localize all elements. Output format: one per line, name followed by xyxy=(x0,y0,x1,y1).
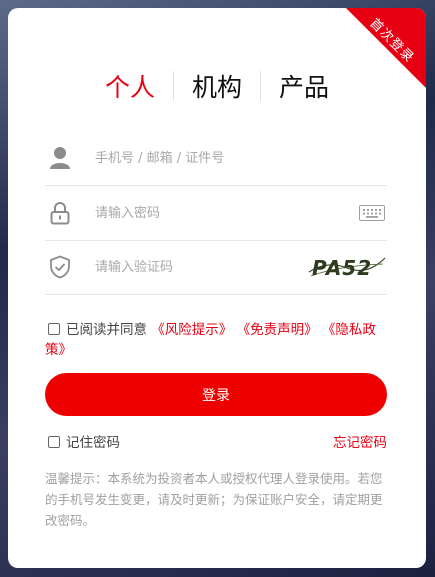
keyboard-icon[interactable] xyxy=(359,205,385,221)
lock-icon xyxy=(47,200,73,226)
user-icon xyxy=(47,145,73,171)
captcha-input[interactable] xyxy=(93,258,307,276)
account-input[interactable] xyxy=(93,149,387,167)
login-type-tabs: 个人 机构 产品 xyxy=(8,68,426,104)
password-input[interactable] xyxy=(93,204,359,222)
tab-institution[interactable]: 机构 xyxy=(174,68,260,104)
warm-tip: 温馨提示：本系统为投资者本人或授权代理人登录使用。若您的手机号发生变更，请及时更… xyxy=(45,471,383,528)
forgot-password-link[interactable]: 忘记密码 xyxy=(333,431,387,451)
tab-product[interactable]: 产品 xyxy=(261,68,347,104)
login-button[interactable]: 登录 xyxy=(45,373,387,416)
captcha-image[interactable]: PA52 xyxy=(307,252,387,282)
agreement-checkbox[interactable] xyxy=(48,323,60,335)
captcha-text: PA52 xyxy=(312,256,372,280)
password-field xyxy=(45,186,387,241)
risk-notice-link[interactable]: 《风险提示》 xyxy=(151,322,232,338)
captcha-field: PA52 xyxy=(45,240,387,295)
agreement-prefix: 已阅读并同意 xyxy=(66,322,147,338)
agreement-line: 已阅读并同意 《风险提示》 《免责声明》 《隐私政策》 xyxy=(45,320,387,360)
tab-personal[interactable]: 个人 xyxy=(87,68,173,104)
login-card: 首次登录 个人 机构 产品 手机号 / 邮箱 / 证件号 请输入验证码 PA52… xyxy=(8,8,426,568)
remember-label[interactable]: 记住密码 xyxy=(66,435,120,451)
disclaimer-link[interactable]: 《免责声明》 xyxy=(237,322,318,338)
remember-password: 记住密码 xyxy=(45,431,120,451)
remember-checkbox[interactable] xyxy=(48,436,60,448)
shield-icon xyxy=(47,254,73,280)
account-field xyxy=(45,131,387,186)
